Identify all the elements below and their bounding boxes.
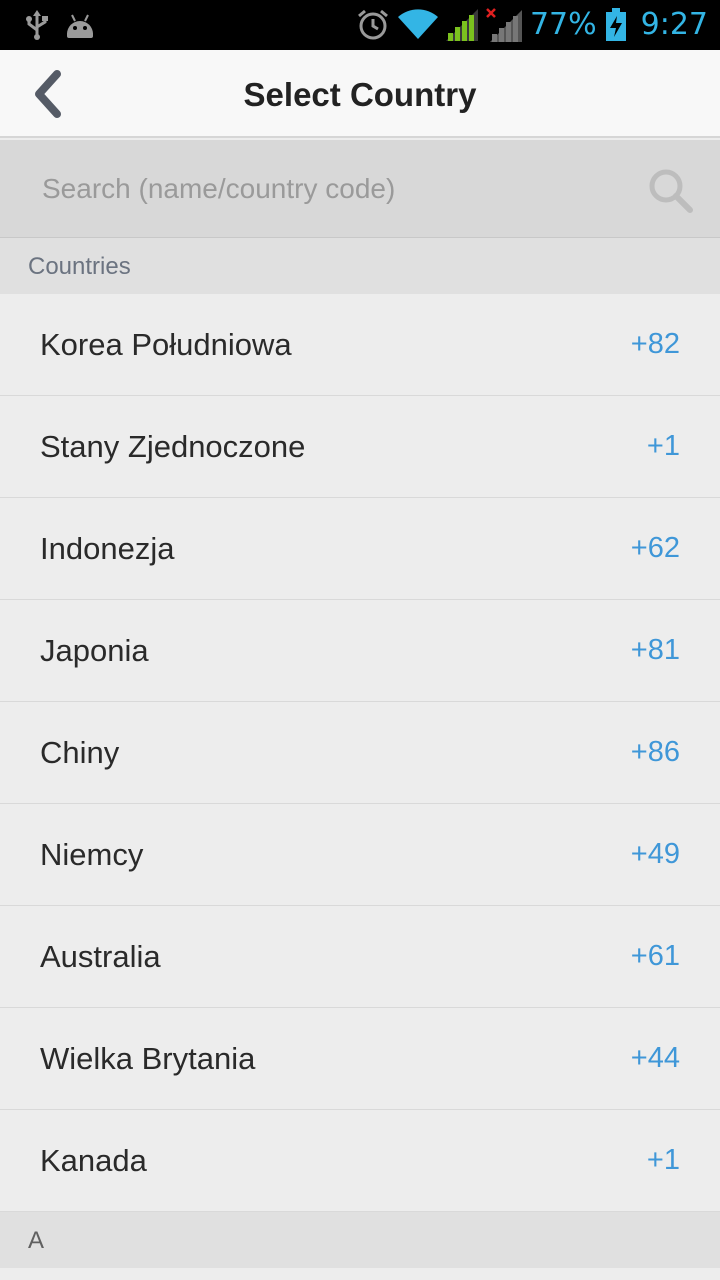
country-row[interactable]: Niemcy +49 — [0, 804, 720, 906]
page-title: Select Country — [243, 76, 477, 113]
search-input[interactable] — [0, 140, 640, 238]
country-name: Indonezja — [40, 530, 175, 566]
back-button[interactable] — [18, 64, 78, 124]
country-list: Countries Korea Południowa +82 Stany Zje… — [0, 238, 720, 1268]
status-left — [24, 10, 96, 40]
usb-icon — [24, 10, 50, 40]
search-bar — [0, 140, 720, 238]
country-code: +49 — [630, 838, 680, 870]
country-code: +82 — [630, 328, 680, 360]
country-row[interactable]: Korea Południowa +82 — [0, 294, 720, 396]
battery-charging-icon — [605, 8, 627, 42]
country-name: Korea Południowa — [40, 326, 292, 362]
country-name: Australia — [40, 938, 161, 974]
country-name: Kanada — [40, 1142, 147, 1178]
signal-icon — [445, 9, 478, 41]
country-row[interactable]: Wielka Brytania +44 — [0, 1008, 720, 1110]
wifi-icon — [397, 9, 438, 41]
country-name: Chiny — [40, 734, 120, 770]
status-bar: 77% 9:27 — [0, 0, 720, 50]
country-code: +81 — [630, 634, 680, 666]
country-row[interactable]: Japonia +81 — [0, 600, 720, 702]
clock: 9:27 — [640, 7, 708, 42]
country-row[interactable]: Stany Zjednoczone +1 — [0, 396, 720, 498]
section-header-countries: Countries — [0, 238, 720, 294]
country-code: +62 — [630, 532, 680, 564]
country-code: +61 — [630, 940, 680, 972]
app-bar: Select Country — [0, 50, 720, 138]
signal-no-data-icon — [486, 8, 522, 42]
battery-percent: 77% — [529, 7, 597, 42]
country-row[interactable]: Indonezja +62 — [0, 498, 720, 600]
country-name: Wielka Brytania — [40, 1040, 256, 1076]
country-code: +44 — [630, 1042, 680, 1074]
country-code: +86 — [630, 736, 680, 768]
search-icon[interactable] — [646, 166, 694, 214]
chevron-left-icon — [31, 70, 65, 118]
country-name: Japonia — [40, 632, 149, 668]
status-right: 77% 9:27 — [356, 0, 708, 50]
country-row[interactable]: Chiny +86 — [0, 702, 720, 804]
alarm-icon — [356, 8, 390, 42]
section-header-letter: A — [0, 1212, 720, 1268]
country-row[interactable]: Kanada +1 — [0, 1110, 720, 1212]
country-name: Stany Zjednoczone — [40, 428, 306, 464]
country-row[interactable]: Australia +61 — [0, 906, 720, 1008]
android-icon — [64, 12, 96, 38]
country-code: +1 — [646, 430, 680, 462]
country-name: Niemcy — [40, 836, 144, 872]
country-code: +1 — [646, 1144, 680, 1176]
